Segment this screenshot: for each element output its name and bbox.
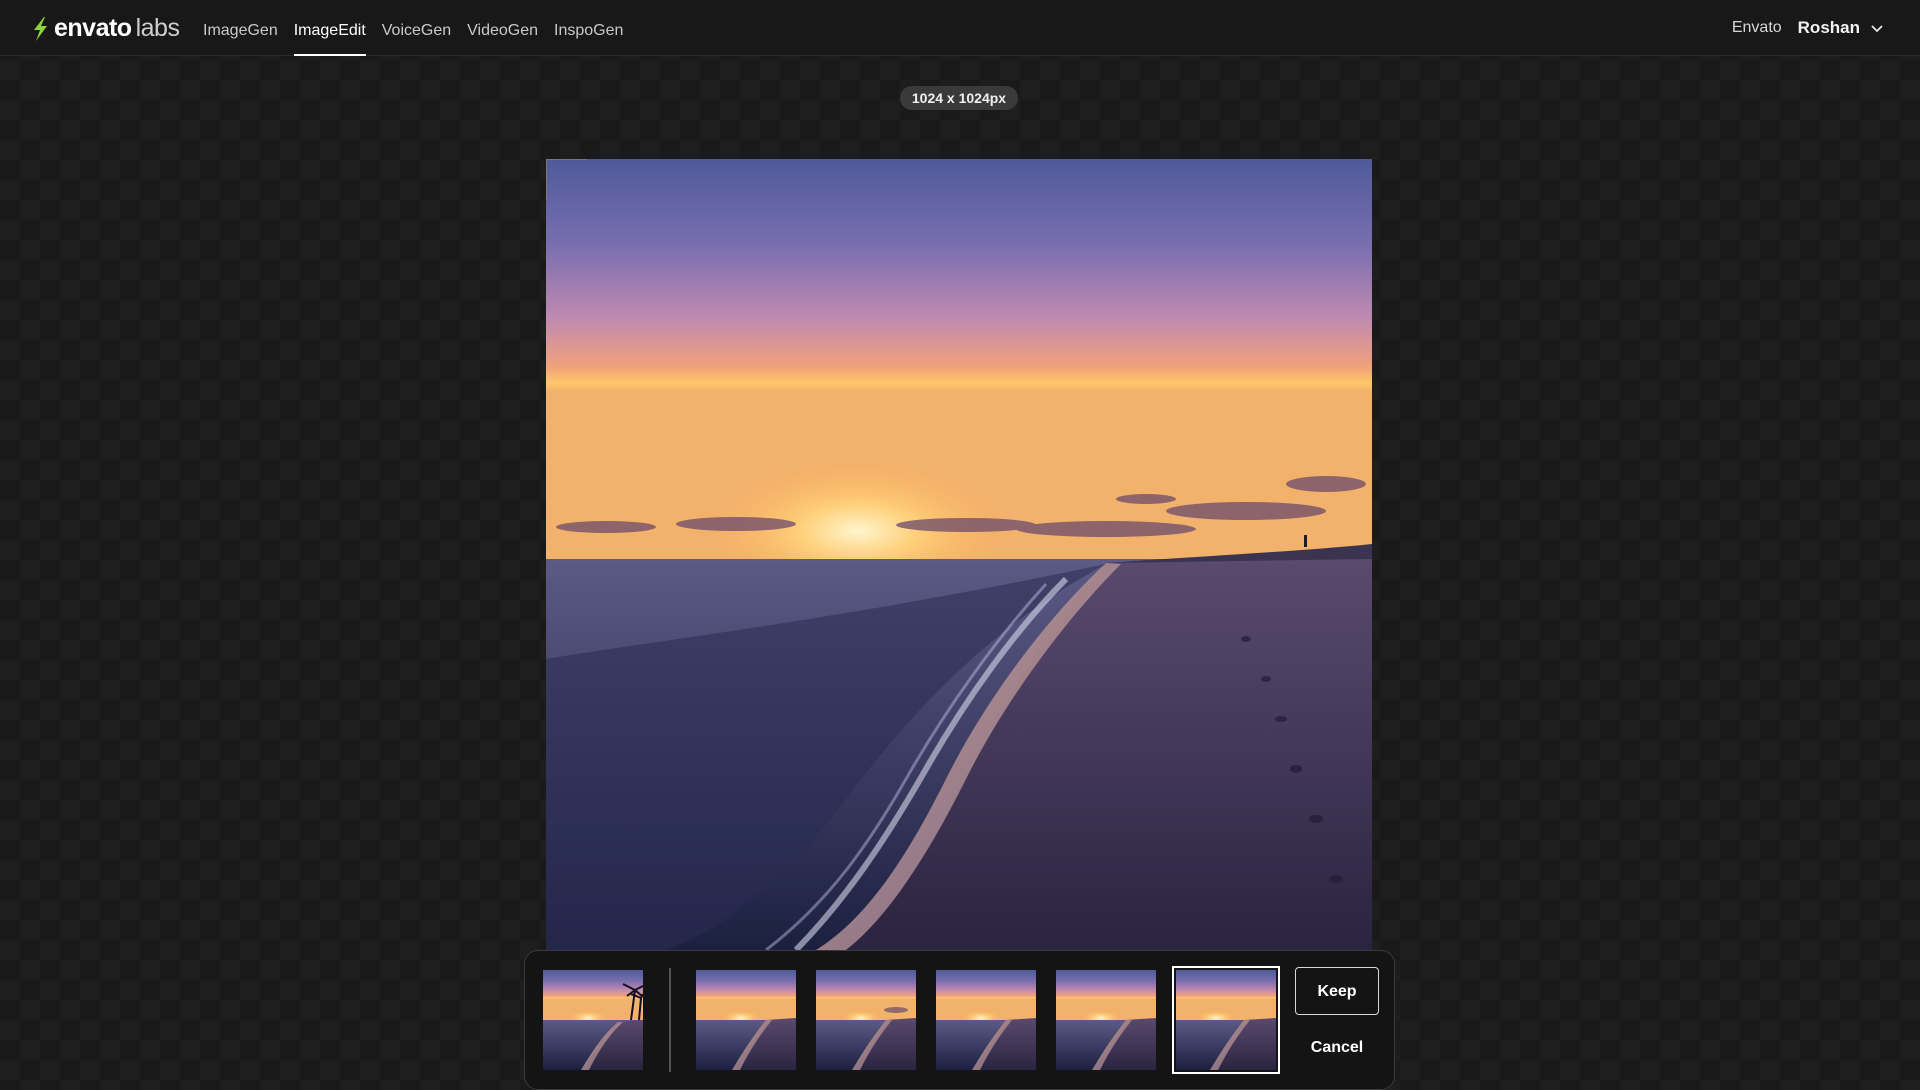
variation-thumbnail-4[interactable] [1056, 970, 1156, 1070]
cancel-button[interactable]: Cancel [1295, 1036, 1379, 1060]
keep-button[interactable]: Keep [1295, 967, 1379, 1015]
brand-suffix: labs [135, 14, 180, 42]
nav-item-voicegen[interactable]: VoiceGen [382, 0, 451, 56]
variation-thumbnail-2[interactable] [816, 970, 916, 1070]
beach-sunset-image [546, 159, 1372, 950]
variation-thumbnail-1[interactable] [696, 970, 796, 1070]
image-dimensions-badge: 1024 x 1024px [900, 86, 1018, 110]
beach-thumbnail-image [1056, 970, 1156, 1070]
edited-image-canvas[interactable] [546, 159, 1372, 950]
nav-item-imageedit[interactable]: ImageEdit [293, 0, 366, 56]
user-menu-button[interactable]: Roshan [1798, 18, 1884, 38]
beach-thumbnail-image [936, 970, 1036, 1070]
variation-thumbnail-3[interactable] [936, 970, 1036, 1070]
chevron-down-icon [1860, 21, 1884, 35]
nav-item-videogen[interactable]: VideoGen [467, 0, 538, 56]
thumbnail-divider [669, 968, 671, 1072]
user-name: Roshan [1797, 18, 1860, 37]
beach-thumbnail-image [696, 970, 796, 1070]
envato-link[interactable]: Envato [1732, 19, 1782, 37]
nav-item-imagegen[interactable]: ImageGen [203, 0, 278, 56]
envato-labs-logo[interactable]: envato labs [30, 14, 180, 43]
main-nav: ImageGen ImageEdit VoiceGen VideoGen Ins… [203, 0, 639, 56]
account-nav: Envato Roshan [1732, 0, 1884, 56]
beach-thumbnail-image [543, 970, 643, 1070]
nav-item-inspogen[interactable]: InspoGen [554, 0, 623, 56]
beach-thumbnail-image [816, 970, 916, 1070]
beach-thumbnail-image [1176, 970, 1276, 1070]
variation-thumbnail-5-selected[interactable] [1172, 966, 1280, 1074]
brand-name: envato [54, 14, 132, 42]
top-navigation-bar: envato labs ImageGen ImageEdit VoiceGen … [0, 0, 1920, 56]
original-thumbnail[interactable] [543, 970, 643, 1070]
envato-leaf-icon [30, 16, 54, 42]
